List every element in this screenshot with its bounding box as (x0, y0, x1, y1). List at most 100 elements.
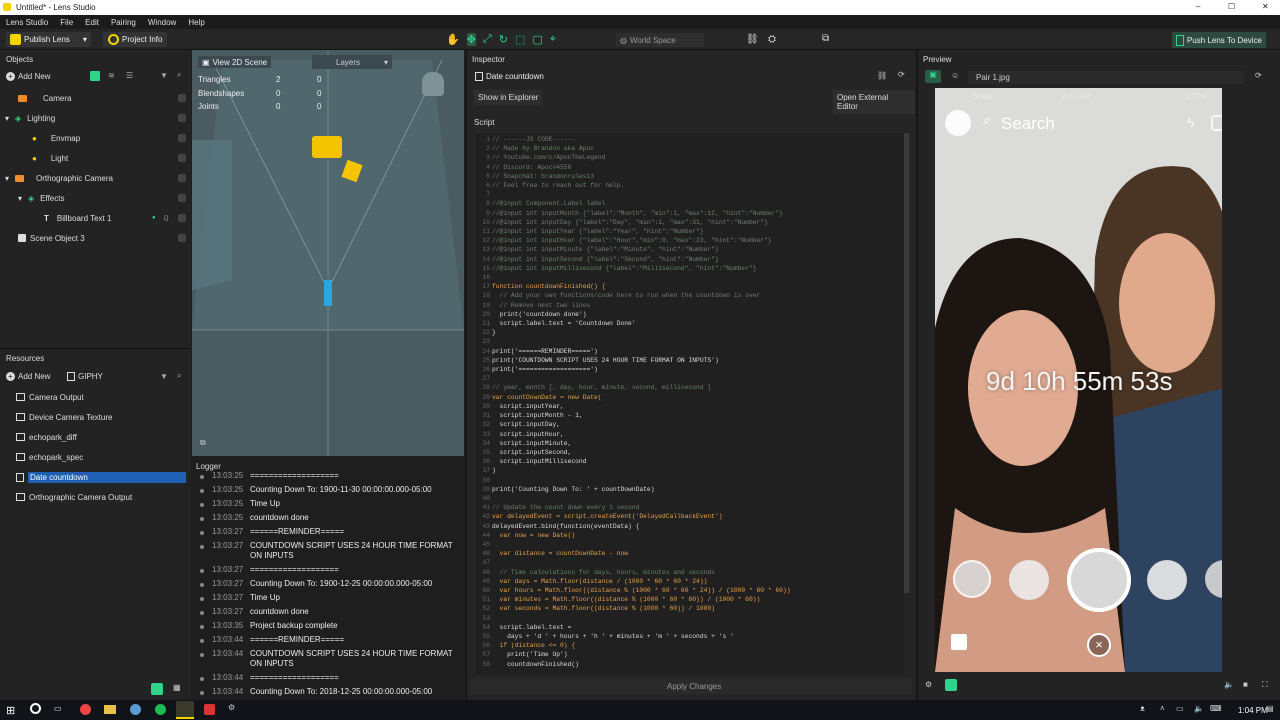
tray-network-icon[interactable]: ▭ (1176, 704, 1184, 713)
resource-ortho-camera-output[interactable]: Orthographic Camera Output (0, 487, 190, 507)
menu-edit[interactable]: Edit (79, 18, 105, 27)
fullscreen-icon[interactable]: ⛶ (1262, 680, 1268, 690)
code-scrollbar[interactable] (904, 133, 909, 593)
link-icon[interactable]: ⛓ (746, 34, 759, 45)
object-scene-object-3[interactable]: Scene Object 3 (0, 228, 190, 248)
tray-volume-icon[interactable]: 🔈 (1194, 704, 1204, 713)
task-view-icon[interactable]: ▭ (54, 704, 62, 713)
frame-tool-icon[interactable]: ▢ (532, 33, 542, 46)
objects-add-new-button[interactable]: + Add New (6, 72, 50, 81)
visibility-toggle[interactable] (178, 234, 186, 242)
filter-icon[interactable]: ▼ (160, 71, 168, 80)
preview-device-screen[interactable]: Snap 9:41 AM 100% ⌕ Search ϟ 9d 10h 55m … (935, 88, 1222, 672)
viewport-corner-icon[interactable]: ⧉ (200, 438, 206, 448)
preview-source-dropdown[interactable]: Pair 1.jpg (968, 71, 1244, 84)
push-lens-button[interactable]: Push Lens To Device (1172, 32, 1267, 48)
scene-viewport[interactable]: ▣ View 2D Scene Layers ▾ Triangles 2 0 Ble… (192, 50, 464, 456)
open-external-editor-button[interactable]: Open External Editor (833, 90, 915, 114)
camera-gizmo-icon[interactable] (312, 136, 342, 158)
visibility-toggle[interactable] (178, 114, 186, 122)
flash-off-icon[interactable]: ϟ (1187, 114, 1194, 130)
close-button[interactable]: ✕ (1262, 2, 1269, 11)
export-icon[interactable]: ⧉ (822, 33, 829, 44)
expand-icon[interactable]: ▾ (5, 174, 9, 183)
visibility-toggle[interactable] (178, 214, 186, 222)
preview-mode-icon[interactable]: ▣ (925, 70, 941, 83)
audio-icon[interactable]: 🔈 (1224, 680, 1234, 689)
minimize-button[interactable]: – (1196, 2, 1200, 11)
taskbar-clock[interactable]: 1:04 PM (1238, 706, 1268, 715)
flip-camera-icon[interactable] (1211, 115, 1222, 131)
world-space-dropdown[interactable]: ◍ World Space (616, 33, 704, 47)
script-editor[interactable]: 1// ------JS CODE------ 2// Made by Brand… (476, 133, 904, 675)
object-billboard-text[interactable]: T Billboard Text 1 ● 0 (0, 208, 190, 228)
move-tool-icon[interactable]: ✥ (466, 33, 476, 46)
menu-window[interactable]: Window (142, 18, 182, 27)
preview-screenshot-icon[interactable] (945, 679, 957, 691)
resources-add-new-button[interactable]: + Add New (6, 372, 50, 381)
person-icon[interactable]: ☺ (951, 71, 959, 80)
refresh-icon[interactable]: ⟳ (898, 70, 905, 79)
list-view-icon[interactable] (90, 71, 100, 81)
cortana-icon[interactable] (30, 703, 41, 714)
search-icon[interactable]: ⌕ (177, 70, 181, 80)
tray-people-icon[interactable]: ᴥ (1140, 704, 1145, 713)
close-lens-icon[interactable]: × (1087, 633, 1111, 657)
profile-circle[interactable] (945, 110, 971, 136)
layers-dropdown[interactable]: Layers ▾ (312, 55, 392, 69)
lens-carousel-item[interactable] (1009, 560, 1049, 600)
logger-grid-icon[interactable]: ▦ (173, 683, 181, 692)
notification-icon[interactable]: ▤ (1266, 704, 1274, 713)
preview-settings-icon[interactable]: ⚙ (925, 680, 932, 689)
rect-tool-icon[interactable]: ⬚ (515, 33, 525, 46)
resource-echopark-spec[interactable]: echopark_spec (0, 447, 190, 467)
spotify-icon[interactable] (155, 704, 166, 715)
lens-carousel-item[interactable] (1147, 560, 1187, 600)
chrome-icon[interactable] (80, 704, 91, 715)
capture-button[interactable] (1067, 548, 1131, 612)
resource-device-camera-texture[interactable]: Device Camera Texture (0, 407, 190, 427)
resource-date-countdown[interactable]: Date countdown (0, 467, 190, 487)
record-icon[interactable]: ■ (1243, 680, 1248, 689)
menu-file[interactable]: File (54, 18, 79, 27)
screencast-icon[interactable] (204, 704, 215, 715)
settings-icon[interactable]: ⚙ (228, 703, 235, 712)
chrome-alt-icon[interactable] (130, 704, 141, 715)
rotate-tool-icon[interactable]: ↻ (499, 33, 508, 46)
folder-icon[interactable] (104, 705, 116, 714)
snap-tool-icon[interactable]: ⌖ (550, 33, 556, 46)
apply-changes-button[interactable]: Apply Changes (667, 682, 721, 691)
project-info-button[interactable]: Project Info (103, 32, 168, 47)
memories-icon[interactable] (951, 634, 967, 650)
object-light[interactable]: ● Light (0, 148, 190, 168)
search-icon[interactable]: ⌕ (177, 371, 181, 381)
visibility-toggle[interactable] (178, 174, 186, 182)
search-icon[interactable]: ⌕ (983, 112, 992, 130)
show-in-explorer-button[interactable]: Show in Explorer (474, 90, 543, 105)
snap-camera-icon[interactable]: ⛭ (768, 34, 776, 45)
giphy-button[interactable]: GIPHY (67, 372, 103, 381)
link-icon[interactable]: ⛓ (877, 71, 887, 80)
visibility-toggle[interactable] (178, 154, 186, 162)
hand-tool-icon[interactable]: ✋ (446, 33, 460, 46)
layers-icon[interactable]: ≋ (108, 71, 115, 80)
tray-chevron-icon[interactable]: ˄ (1160, 704, 1165, 713)
object-orthographic-camera[interactable]: ▾ Orthographic Camera (0, 168, 190, 188)
hierarchy-icon[interactable]: ☰ (126, 71, 133, 80)
scale-tool-icon[interactable]: ⤢ (483, 33, 492, 46)
object-effects[interactable]: ▾ ◈ Effects (0, 188, 190, 208)
visibility-toggle[interactable] (178, 194, 186, 202)
publish-lens-button[interactable]: Publish Lens ▾ (6, 32, 91, 47)
resource-echopark-diff[interactable]: echopark_diff (0, 427, 190, 447)
resource-camera-output[interactable]: Camera Output (0, 387, 190, 407)
object-camera[interactable]: Camera (0, 88, 190, 108)
visibility-toggle[interactable] (178, 94, 186, 102)
menu-pairing[interactable]: Pairing (105, 18, 142, 27)
lens-carousel-item[interactable] (953, 560, 991, 598)
view-2d-scene-button[interactable]: ▣ View 2D Scene (198, 56, 272, 68)
filter-icon[interactable]: ▼ (160, 372, 168, 381)
logger-filter-icon[interactable] (151, 683, 163, 695)
reset-icon[interactable]: ⟳ (1255, 71, 1262, 80)
tray-keyboard-icon[interactable]: ⌨ (1210, 704, 1222, 713)
object-envmap[interactable]: ● Envmap (0, 128, 190, 148)
